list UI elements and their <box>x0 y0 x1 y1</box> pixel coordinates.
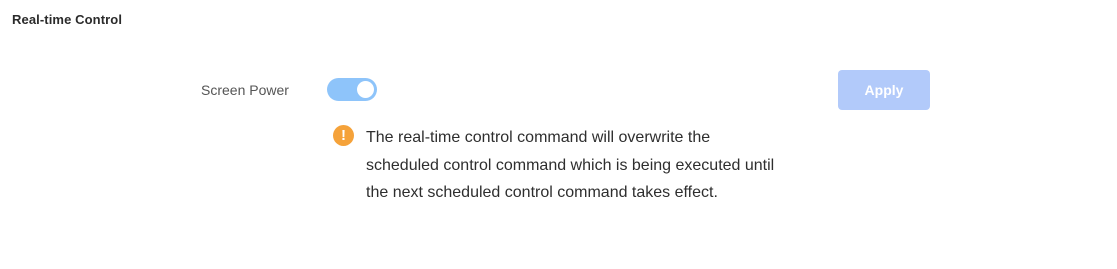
section-title: Real-time Control <box>12 12 123 27</box>
real-time-control-panel: Real-time Control Screen Power Apply ! T… <box>0 0 1117 269</box>
toggle-knob <box>357 81 374 98</box>
warning-icon: ! <box>333 125 354 146</box>
screen-power-label: Screen Power <box>201 82 289 98</box>
notice-text: The real-time control command will overw… <box>366 129 775 201</box>
apply-button[interactable]: Apply <box>838 70 930 110</box>
screen-power-toggle[interactable] <box>327 78 377 101</box>
